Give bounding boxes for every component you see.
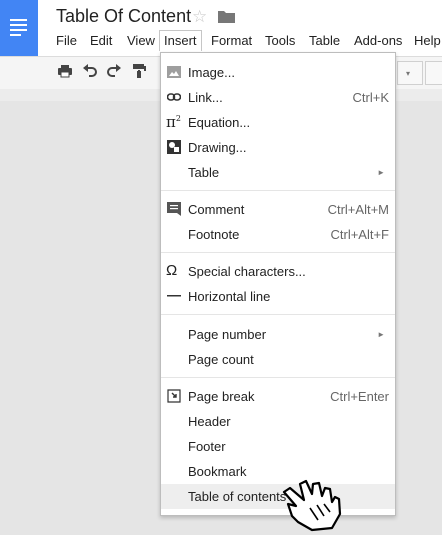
menu-edit[interactable]: Edit [86,32,116,50]
horizontal-line-icon [167,295,181,297]
hand-cursor-icon [282,479,342,532]
menu-item-shortcut: Ctrl+Enter [330,389,389,404]
menu-item-label: Page count [188,352,254,367]
menu-item-bookmark[interactable]: Bookmark [161,459,395,484]
menu-item-label: Table of contents [188,489,287,504]
menu-tools[interactable]: Tools [261,32,299,50]
redo-icon[interactable] [106,63,122,79]
menu-add-ons[interactable]: Add-ons [350,32,406,50]
menu-item-label: Table [188,165,220,180]
drawing-icon [167,140,181,154]
menu-item-page-count[interactable]: Page count [161,347,395,372]
menu-item-shortcut: Ctrl+Alt+F [330,227,389,242]
undo-icon[interactable] [82,63,98,79]
print-icon[interactable] [57,63,73,79]
menu-item-page-break[interactable]: Page break Ctrl+Enter [161,384,395,409]
submenu-arrow-icon: ► [377,330,385,339]
menu-item-label: Bookmark [188,464,247,479]
menu-item-footer[interactable]: Footer [161,434,395,459]
menu-file[interactable]: File [52,32,81,50]
menu-item-link[interactable]: Link... Ctrl+K [161,85,395,110]
menu-item-footnote[interactable]: Footnote Ctrl+Alt+F [161,222,395,247]
menu-item-label: Equation... [188,115,251,130]
menu-item-special-characters[interactable]: Ω Special characters... [161,259,395,284]
omega-icon: Ω [166,262,178,279]
menu-divider [161,190,395,191]
menu-item-label: Horizontal line [188,289,271,304]
menu-insert[interactable]: Insert [159,30,202,51]
menu-format[interactable]: Format [207,32,256,50]
docs-logo-icon[interactable] [0,0,38,56]
menu-item-label: Page number [188,327,267,342]
menu-table[interactable]: Table [305,32,344,50]
paint-format-icon[interactable] [131,63,147,79]
menu-divider [161,252,395,253]
menu-item-page-number[interactable]: Page number ► [161,322,395,347]
folder-icon[interactable] [218,10,235,23]
menu-item-label: Drawing... [188,140,247,155]
chevron-down-icon: ▾ [406,69,411,78]
link-icon [167,93,181,101]
menu-item-label: Page break [188,389,255,404]
toolbar-button[interactable] [425,61,442,85]
menu-item-label: Comment [188,202,245,217]
menu-item-label: Header [188,414,231,429]
page-break-icon [167,389,181,403]
star-icon[interactable]: ☆ [192,7,207,27]
menu-item-comment[interactable]: Comment Ctrl+Alt+M [161,197,395,222]
image-icon [167,66,181,78]
menu-item-label: Image... [188,65,235,80]
menu-item-shortcut: Ctrl+K [352,90,389,105]
submenu-arrow-icon: ► [377,168,385,177]
menu-item-shortcut: Ctrl+Alt+M [327,202,389,217]
menu-item-table-of-contents[interactable]: Table of contents [161,484,395,509]
menu-item-table[interactable]: Table ► [161,160,395,185]
menu-item-label: Footer [188,439,226,454]
menu-item-label: Special characters... [188,264,306,279]
menu-help[interactable]: Help [410,32,442,50]
comment-icon [167,202,181,216]
menu-item-drawing[interactable]: Drawing... [161,135,395,160]
insert-menu: Image... Link... Ctrl+K π2 Equation... D… [160,52,396,516]
pi-icon: π2 [166,113,181,131]
menu-item-label: Link... [188,90,223,105]
menu-item-label: Footnote [188,227,240,242]
menu-divider [161,314,395,315]
menu-item-horizontal-line[interactable]: Horizontal line [161,284,395,309]
document-title[interactable]: Table Of Content [56,6,191,27]
menu-view[interactable]: View [123,32,159,50]
menu-item-equation[interactable]: π2 Equation... [161,110,395,135]
menu-item-image[interactable]: Image... [161,60,395,85]
menu-divider [161,377,395,378]
menu-item-header[interactable]: Header [161,409,395,434]
